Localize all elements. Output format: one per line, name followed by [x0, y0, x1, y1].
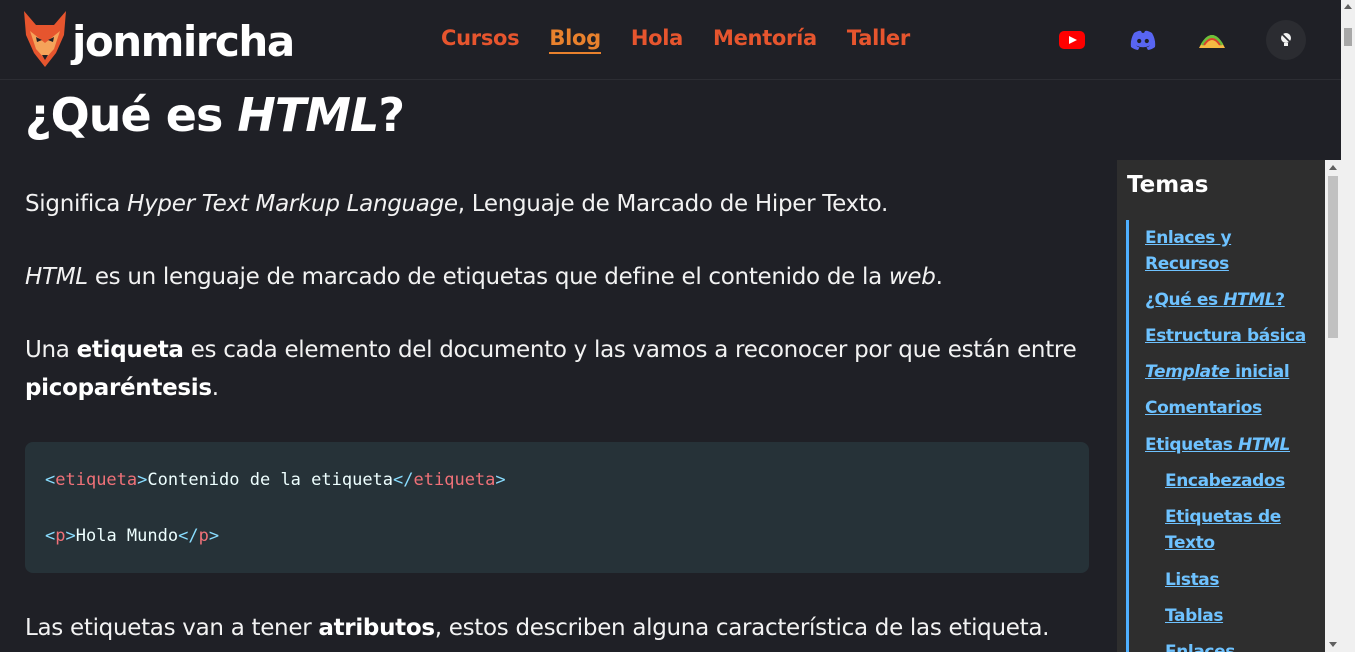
article: ¿Qué es HTML? Significa Hyper Text Marku… [25, 80, 1090, 641]
discord-icon[interactable] [1128, 22, 1158, 58]
paragraph-tag: Una etiqueta es cada elemento del docume… [25, 337, 1077, 401]
main-nav: Cursos Blog Hola Mentoría Taller [441, 26, 940, 54]
toc-item-enlaces[interactable]: Enlaces [1165, 639, 1235, 652]
page-scroll-thumb[interactable] [1344, 28, 1352, 46]
nav-cursos[interactable]: Cursos [441, 26, 520, 54]
nav-hola[interactable]: Hola [631, 26, 683, 54]
toc-scroll-up-icon[interactable] [1329, 165, 1337, 170]
theme-toggle-icon[interactable] [1266, 20, 1306, 60]
paragraph-definition: HTML es un lenguaje de marcado de etique… [25, 264, 943, 290]
toc-item-etiquetas-de-texto[interactable]: Etiquetas de Texto [1165, 504, 1281, 556]
paragraph-attributes: Las etiquetas van a tener atributos, est… [25, 615, 1050, 641]
site-header: jonmircha Cursos Blog Hola Mentoría Tall… [0, 0, 1341, 80]
toc-title: Temas [1127, 172, 1209, 198]
toc-item-encabezados[interactable]: Encabezados [1165, 468, 1285, 494]
nav-blog[interactable]: Blog [549, 26, 601, 54]
toc-item-template-inicial[interactable]: Template inicial [1145, 359, 1290, 385]
toc-item-listas[interactable]: Listas [1165, 567, 1220, 593]
code-block: <etiqueta>Contenido de la etiqueta</etiq… [25, 442, 1089, 573]
toc-item-que-es-html[interactable]: ¿Qué es HTML? [1145, 287, 1285, 313]
nav-taller[interactable]: Taller [847, 26, 910, 54]
nav-mentoria[interactable]: Mentoría [713, 26, 817, 54]
toc-scroll-down-icon[interactable] [1329, 642, 1337, 647]
toc-list: Enlaces y Recursos ¿Qué es HTML? Estructu… [1126, 220, 1316, 652]
toc-item-estructura-basica[interactable]: Estructura básica [1145, 323, 1306, 349]
table-of-contents: Temas Enlaces y Recursos ¿Qué es HTML? Es… [1117, 160, 1325, 652]
fox-logo-icon [20, 9, 70, 73]
code-line: <etiqueta>Contenido de la etiqueta</etiq… [45, 470, 506, 490]
youtube-icon[interactable] [1057, 22, 1087, 58]
toc-scrollbar[interactable] [1325, 160, 1341, 652]
logo[interactable]: jonmircha [20, 9, 295, 73]
toc-item-tablas[interactable]: Tablas [1165, 603, 1223, 629]
toc-item-comentarios[interactable]: Comentarios [1145, 395, 1262, 421]
taco-icon[interactable] [1196, 22, 1228, 58]
scroll-up-arrow-icon[interactable] [1344, 4, 1352, 9]
logo-text: jonmircha [72, 16, 295, 66]
code-line: <p>Hola Mundo</p> [45, 526, 220, 546]
toc-scroll-thumb[interactable] [1328, 176, 1338, 338]
toc-item-enlaces-recursos[interactable]: Enlaces y Recursos [1145, 225, 1232, 277]
paragraph-meaning: Significa Hyper Text Markup Language, Le… [25, 191, 888, 217]
toc-item-etiquetas-html[interactable]: Etiquetas HTML [1145, 432, 1290, 458]
page-title: ¿Qué es HTML? [25, 88, 405, 142]
page-scrollbar[interactable] [1341, 0, 1355, 652]
